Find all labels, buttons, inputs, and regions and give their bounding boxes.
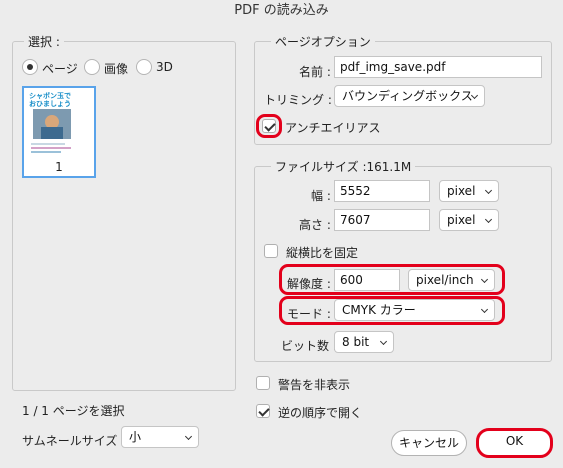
height-label: 高さ : — [299, 218, 331, 232]
mode-select[interactable]: CMYK カラー — [334, 299, 495, 321]
height-unit-value: pixel — [447, 213, 476, 227]
thumbnail-image: シャボン玉で おひましょう — [27, 91, 91, 155]
radio-image-label: 画像 — [104, 62, 129, 76]
height-field[interactable]: 7607 — [334, 209, 430, 231]
reverse-order-checkbox[interactable] — [256, 404, 270, 418]
window-title: PDF の読み込み — [234, 3, 329, 18]
resolution-unit-value: pixel/inch — [416, 273, 474, 287]
width-label: 幅 : — [311, 189, 331, 203]
chevron-down-icon — [484, 215, 493, 224]
suppress-warnings-label: 警告を非表示 — [278, 378, 351, 392]
page-thumbnail[interactable]: シャボン玉で おひましょう 1 — [22, 86, 96, 178]
page-options-legend: ページオプション — [271, 33, 375, 50]
reverse-order-label: 逆の順序で開く — [278, 406, 363, 420]
antialias-label: アンチエイリアス — [285, 121, 381, 135]
cancel-button[interactable]: キャンセル — [391, 430, 467, 456]
image-size-legend: ファイルサイズ :161.1M — [271, 158, 416, 175]
resolution-field[interactable]: 600 — [334, 269, 400, 291]
antialias-checkbox[interactable] — [262, 119, 276, 133]
constrain-checkbox[interactable] — [264, 244, 278, 258]
select-group-legend: 選択 : — [24, 33, 64, 50]
crop-select[interactable]: バウンディングボックス — [334, 85, 485, 107]
thumbnail-text-lines — [31, 143, 65, 145]
radio-page-indicator[interactable] — [22, 59, 38, 75]
name-label: 名前 : — [299, 65, 331, 79]
radio-3d-indicator[interactable] — [136, 59, 152, 75]
width-field[interactable]: 5552 — [334, 180, 430, 202]
width-unit-select[interactable]: pixel — [439, 180, 499, 202]
crop-label: トリミング : — [264, 93, 332, 107]
suppress-warnings-checkbox[interactable] — [256, 376, 270, 390]
depth-value: 8 bit — [342, 335, 370, 349]
thumb-size-value: 小 — [129, 430, 142, 444]
constrain-label: 縦横比を固定 — [286, 246, 359, 260]
thumbnail-photo — [33, 109, 71, 139]
thumbnail-caption-2: おひましょう — [29, 100, 71, 108]
name-field[interactable]: pdf_img_save.pdf — [334, 56, 542, 78]
thumbnail-page-number: 1 — [55, 160, 63, 174]
chevron-down-icon — [480, 305, 489, 314]
depth-select[interactable]: 8 bit — [334, 331, 394, 353]
radio-3d-label: 3D — [156, 60, 173, 74]
radio-image-indicator[interactable] — [84, 59, 100, 75]
chevron-down-icon — [379, 337, 388, 346]
mode-value: CMYK カラー — [342, 303, 416, 317]
resolution-label: 解像度 : — [287, 277, 331, 291]
crop-value: バウンディングボックス — [342, 89, 473, 103]
chevron-down-icon — [480, 275, 489, 284]
width-unit-value: pixel — [447, 184, 476, 198]
resolution-unit-select[interactable]: pixel/inch — [408, 269, 495, 291]
thumb-size-select[interactable]: 小 — [121, 426, 199, 448]
thumbnail-caption-1: シャボン玉で — [29, 92, 71, 100]
thumb-size-label: サムネールサイズ : — [22, 434, 126, 448]
chevron-down-icon — [184, 432, 193, 441]
height-unit-select[interactable]: pixel — [439, 209, 499, 231]
mode-label: モード : — [287, 307, 331, 321]
selection-status: 1 / 1 ページを選択 — [22, 404, 125, 418]
depth-label: ビット数 : — [281, 339, 337, 353]
radio-page-label: ページ — [42, 62, 78, 76]
ok-button[interactable]: OK — [476, 428, 553, 458]
chevron-down-icon — [484, 186, 493, 195]
